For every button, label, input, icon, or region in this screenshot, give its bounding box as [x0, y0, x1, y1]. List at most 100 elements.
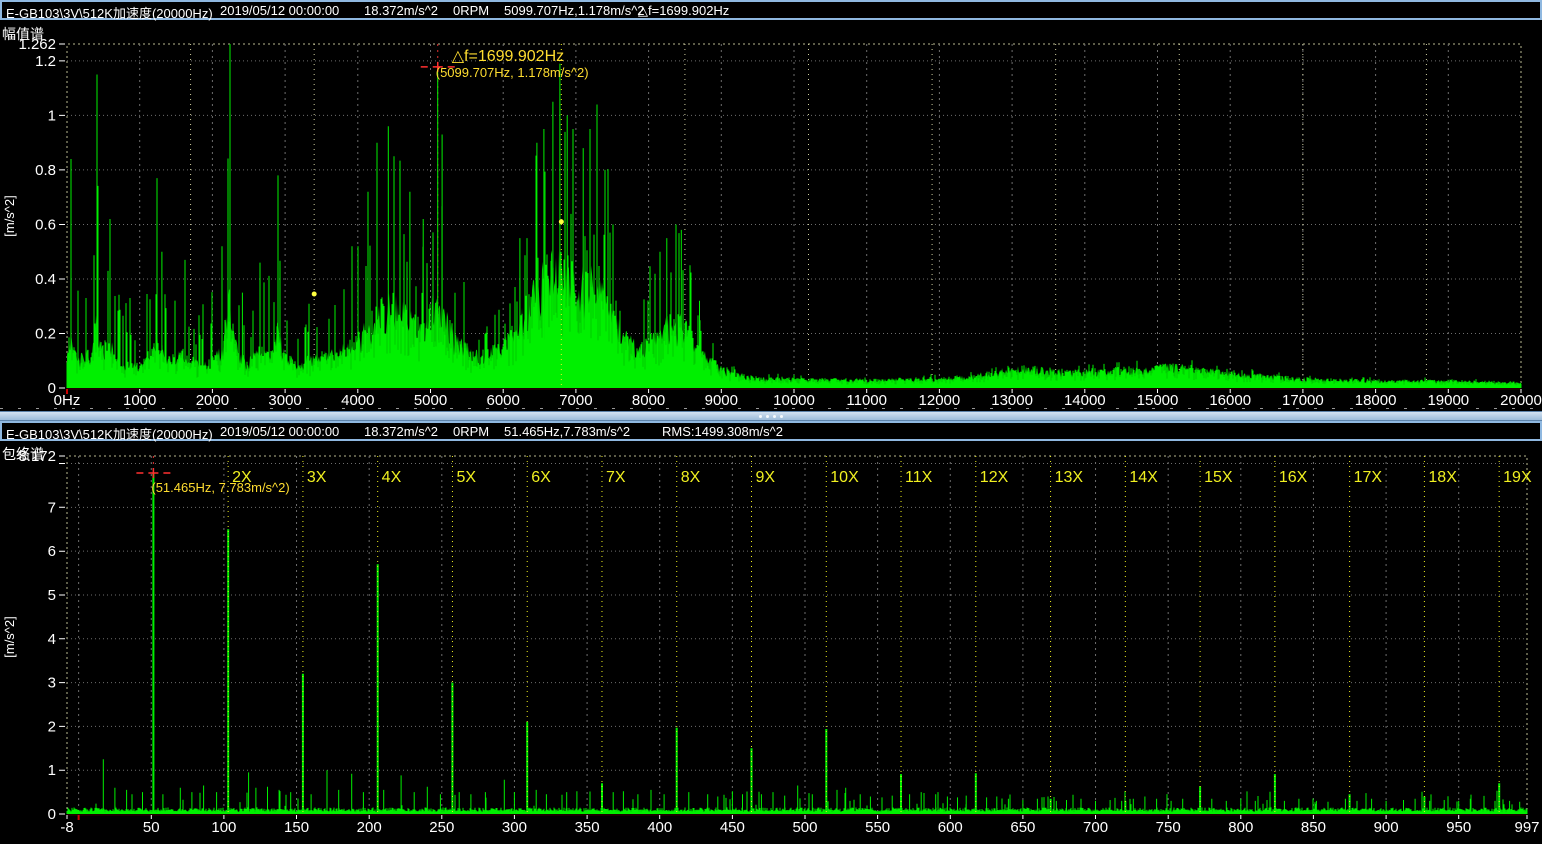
amplitude-pane-header[interactable]: E-GB103\3V\512K加速度(20000Hz) 2019/05/12 0…	[0, 0, 1542, 20]
x-tick-label: 900	[1374, 819, 1399, 836]
x-tick-label: 3000	[268, 392, 301, 409]
harmonic-order-label: 9X	[756, 469, 776, 486]
cursor-cross-marker	[136, 468, 170, 478]
x-tick-label: 13000	[991, 392, 1033, 409]
x-tick-label: 800	[1228, 819, 1253, 836]
harmonic-order-label: 14X	[1129, 469, 1158, 486]
y-tick-label: 8.172	[18, 448, 56, 465]
y-tick-label: 0.8	[35, 162, 56, 179]
harmonic-order-label: 18X	[1428, 469, 1457, 486]
x-tick-label: 2000	[196, 392, 229, 409]
y-axis-unit-label: [m/s^2]	[2, 195, 17, 237]
y-tick-label: 0.4	[35, 271, 56, 288]
x-axis: -850100150200250300350400450500550600650…	[60, 815, 1539, 836]
harmonic-order-label: 19X	[1503, 469, 1532, 486]
x-tick-label: 8000	[632, 392, 665, 409]
harmonic-order-label: 8X	[681, 469, 701, 486]
cursor-annotations: △f=1699.902Hz(5099.707Hz, 1.178m/s^2)	[436, 48, 589, 80]
envelope-spectrum-chart[interactable]: 2X3X4X5X6X7X8X9X10X11X12X13X14X15X16X17X…	[0, 441, 1542, 844]
cursor-value-annotation: (51.465Hz, 7.783m/s^2)	[151, 480, 289, 495]
x-axis: 0Hz1000200030004000500060007000800090001…	[54, 389, 1542, 409]
harmonic-order-label: 11X	[905, 469, 933, 486]
x-tick-label: 200	[357, 819, 382, 836]
x-tick-label: -8	[60, 819, 73, 836]
envelope-pane-header[interactable]: E-GB103\3V\512K加速度(20000Hz) 2019/05/12 0…	[0, 421, 1542, 441]
y-tick-label: 1.262	[18, 36, 56, 53]
y-tick-label: 3	[48, 675, 56, 692]
x-tick-label: 10000	[773, 392, 815, 409]
x-tick-label: 0Hz	[54, 392, 81, 409]
x-tick-label: 300	[502, 819, 527, 836]
y-tick-label: 0	[48, 380, 56, 397]
harmonic-order-label: 17X	[1354, 469, 1383, 486]
x-tick-label: 100	[211, 819, 236, 836]
x-tick-label: 150	[284, 819, 309, 836]
header-rpm: 0RPM	[453, 3, 489, 18]
harmonic-order-label: 16X	[1279, 469, 1308, 486]
cursor-value-annotation: (5099.707Hz, 1.178m/s^2)	[436, 65, 589, 80]
y-axis: 8.17276543210[m/s^2]	[2, 448, 65, 823]
plot-border	[67, 44, 1521, 389]
amplitude-spectrum-chart[interactable]: △f=1699.902Hz(5099.707Hz, 1.178m/s^2) 0Hz…	[0, 20, 1542, 411]
y-tick-label: 0	[48, 806, 56, 823]
y-tick-label: 1	[48, 762, 56, 779]
x-tick-label: 19000	[1427, 392, 1469, 409]
x-tick-label: 12000	[919, 392, 961, 409]
x-tick-label: 16000	[1209, 392, 1251, 409]
header-cursor-readout: 51.465Hz,7.783m/s^2	[504, 424, 630, 439]
header-rpm: 0RPM	[453, 424, 489, 439]
cursor-annotations: (51.465Hz, 7.783m/s^2)	[151, 480, 289, 495]
y-axis-unit-label: [m/s^2]	[2, 616, 17, 658]
x-tick-label: 500	[792, 819, 817, 836]
harmonic-order-label: 7X	[606, 469, 626, 486]
harmonic-order-label: 12X	[980, 469, 1009, 486]
x-tick-label: 550	[865, 819, 890, 836]
harmonic-order-label: 15X	[1204, 469, 1233, 486]
pane-splitter[interactable]	[0, 411, 1542, 421]
x-tick-label: 15000	[1137, 392, 1179, 409]
vibration-analyzer-window: E-GB103\3V\512K加速度(20000Hz) 2019/05/12 0…	[0, 0, 1542, 844]
harmonic-order-label: 3X	[307, 469, 327, 486]
delta-cursor-dot	[559, 219, 564, 224]
header-timestamp: 2019/05/12 00:00:00	[220, 3, 339, 18]
x-tick-label: 9000	[705, 392, 738, 409]
x-tick-label: 700	[1083, 819, 1108, 836]
harmonic-order-label: 5X	[456, 469, 476, 486]
x-tick-label: 20000	[1500, 392, 1542, 409]
header-timestamp: 2019/05/12 00:00:00	[220, 424, 339, 439]
x-tick-label: 650	[1010, 819, 1035, 836]
x-tick-label: 997	[1514, 819, 1539, 836]
spectrum-trace	[67, 44, 1521, 388]
y-axis: 1.2621.210.80.60.40.20[m/s^2]	[2, 36, 65, 397]
x-tick-label: 50	[143, 819, 160, 836]
header-overall-level: 18.372m/s^2	[364, 424, 438, 439]
x-tick-label: 450	[720, 819, 745, 836]
header-rms-readout: RMS:1499.308m/s^2	[662, 424, 783, 439]
x-tick-label: 11000	[846, 392, 887, 409]
y-tick-label: 4	[48, 631, 56, 648]
y-tick-label: 5	[48, 587, 56, 604]
gridlines	[67, 456, 1527, 814]
harmonic-order-label: 13X	[1055, 469, 1084, 486]
x-tick-label: 18000	[1355, 392, 1397, 409]
x-tick-label: 950	[1446, 819, 1471, 836]
x-tick-label: 5000	[414, 392, 447, 409]
y-tick-label: 6	[48, 543, 56, 560]
y-tick-label: 1.2	[35, 53, 56, 70]
gridlines	[67, 44, 1521, 388]
x-tick-label: 4000	[341, 392, 374, 409]
delta-cursor-dot	[312, 291, 317, 296]
header-overall-level: 18.372m/s^2	[364, 3, 438, 18]
header-cursor-readout: 5099.707Hz,1.178m/s^2	[504, 3, 645, 18]
plot-border	[67, 456, 1527, 815]
x-tick-label: 6000	[487, 392, 520, 409]
y-tick-label: 1	[48, 107, 56, 124]
x-tick-label: 350	[575, 819, 600, 836]
splitter-grip-dots	[759, 415, 783, 418]
x-tick-label: 750	[1156, 819, 1181, 836]
harmonic-cursor-lines: 2X3X4X5X6X7X8X9X10X11X12X13X14X15X16X17X…	[228, 456, 1532, 814]
x-tick-label: 17000	[1282, 392, 1324, 409]
x-tick-label: 7000	[559, 392, 592, 409]
header-delta-f-readout: △f=1699.902Hz	[638, 3, 729, 19]
y-tick-label: 2	[48, 718, 56, 735]
